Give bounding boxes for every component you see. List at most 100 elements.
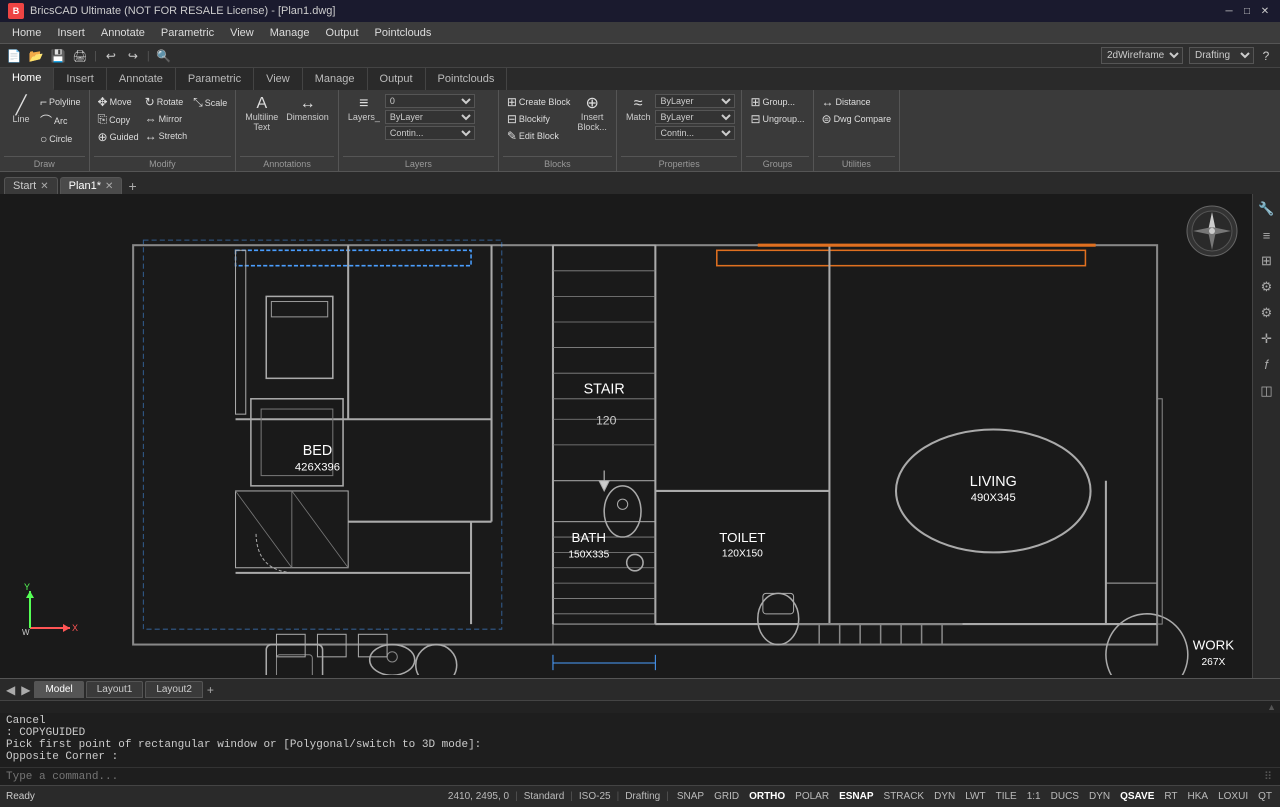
open-button[interactable]: 📂 — [26, 46, 46, 66]
ortho-toggle[interactable]: ORTHO — [747, 791, 787, 802]
maximize-button[interactable]: □ — [1240, 4, 1254, 18]
help-button[interactable]: ? — [1256, 46, 1276, 66]
view-mode-select[interactable]: 2dWireframe 3dWireframe Realistic — [1101, 47, 1183, 64]
tab-view[interactable]: View — [254, 68, 303, 90]
arc-button[interactable]: ⌒ Arc — [38, 111, 83, 130]
visual-style-select[interactable]: Drafting Modeling — [1189, 47, 1254, 64]
close-start-tab[interactable]: ✕ — [40, 181, 48, 192]
line-button[interactable]: ╱ Line — [6, 94, 36, 126]
qsave-toggle[interactable]: QSAVE — [1118, 791, 1156, 802]
distance-button[interactable]: ↔ Distance — [820, 94, 894, 110]
drawing-canvas-area[interactable]: BED 426X396 BATH 150X335 STAIR 120 TOILE… — [0, 194, 1280, 678]
undo-button[interactable]: ↩ — [101, 46, 121, 66]
lwt-toggle[interactable]: LWT — [963, 791, 987, 802]
blocks-panel-button[interactable]: ⊞ — [1256, 250, 1278, 272]
tab-insert[interactable]: Insert — [54, 68, 107, 90]
qt-toggle[interactable]: QT — [1256, 791, 1274, 802]
menu-home[interactable]: Home — [4, 25, 49, 41]
layout-prev-button[interactable]: ◀ — [4, 683, 17, 697]
ducs-toggle[interactable]: DUCS — [1049, 791, 1081, 802]
menu-insert[interactable]: Insert — [49, 25, 93, 41]
menu-parametric[interactable]: Parametric — [153, 25, 222, 41]
dyn2-toggle[interactable]: DYN — [1087, 791, 1112, 802]
loxui-toggle[interactable]: LOXUI — [1216, 791, 1250, 802]
tab-plan1[interactable]: Plan1* ✕ — [60, 177, 123, 194]
layout-tab-layout1[interactable]: Layout1 — [86, 681, 144, 698]
menu-manage[interactable]: Manage — [262, 25, 318, 41]
command-expand-button[interactable]: ▲ — [1263, 701, 1280, 713]
menu-pointclouds[interactable]: Pointclouds — [367, 25, 440, 41]
linetype-select2[interactable]: ByLayer — [655, 110, 735, 124]
color-select[interactable]: ByLayer — [655, 94, 735, 108]
snap-toggle[interactable]: SNAP — [675, 791, 706, 802]
lineweight-select[interactable]: Contin... — [655, 126, 735, 140]
grid-toggle[interactable]: GRID — [712, 791, 741, 802]
tile-toggle[interactable]: TILE — [994, 791, 1019, 802]
ungroup-button[interactable]: ⊟ Ungroup... — [748, 111, 806, 127]
dwg-compare-button[interactable]: ⊜ Dwg Compare — [820, 111, 894, 127]
print-button[interactable]: 🖨 — [70, 46, 90, 66]
dyn-toggle[interactable]: DYN — [932, 791, 957, 802]
minimize-button[interactable]: ─ — [1222, 4, 1236, 18]
scale-button[interactable]: ⤡ Scale — [191, 94, 229, 111]
esnap-toggle[interactable]: ESNAP — [837, 791, 875, 802]
tab-parametric[interactable]: Parametric — [176, 68, 254, 90]
close-plan1-tab[interactable]: ✕ — [105, 181, 113, 192]
tab-manage[interactable]: Manage — [303, 68, 368, 90]
redo-button[interactable]: ↪ — [123, 46, 143, 66]
parameters-panel-button[interactable]: 𝑓 — [1256, 354, 1278, 376]
linetype-select[interactable]: Contin... — [385, 126, 475, 140]
mechanical-panel-button[interactable]: ⚙ — [1256, 276, 1278, 298]
blockify-button[interactable]: ⊟ Blockify — [505, 111, 573, 127]
properties-panel-button[interactable]: 🔧 — [1256, 198, 1278, 220]
group-button[interactable]: ⊞ Group... — [748, 94, 806, 110]
zoom-in-button[interactable]: 🔍 — [154, 46, 174, 66]
tab-annotate[interactable]: Annotate — [107, 68, 176, 90]
tab-home[interactable]: Home — [0, 68, 54, 90]
layers-panel-button[interactable]: ≡ — [1256, 224, 1278, 246]
match-properties-button[interactable]: ≈ Match — [623, 94, 654, 124]
mirror-button[interactable]: ⇔ Mirror — [143, 111, 190, 127]
stretch-button[interactable]: ↔ Stretch — [143, 128, 190, 144]
menu-output[interactable]: Output — [318, 25, 367, 41]
copy-button[interactable]: ⎘ Copy — [96, 111, 141, 128]
settings-panel-button[interactable]: ⚙ — [1256, 302, 1278, 324]
new-button[interactable]: 📄 — [4, 46, 24, 66]
layout-tab-layout2[interactable]: Layout2 — [145, 681, 203, 698]
bylayer-color-select[interactable]: ByLayer — [385, 110, 475, 124]
add-tab-button[interactable]: + — [124, 178, 140, 194]
layers-button[interactable]: ≡ Layers_ — [345, 94, 383, 124]
edit-block-button[interactable]: ✎ Edit Block — [505, 128, 573, 144]
create-block-button[interactable]: ⊞ Create Block — [505, 94, 573, 110]
svg-text:TOILET: TOILET — [719, 530, 765, 545]
circle-button[interactable]: ○ Circle — [38, 131, 83, 147]
dimension-button[interactable]: ↔ Dimension — [283, 94, 332, 124]
move-button[interactable]: ✥ Move — [96, 94, 141, 110]
menu-annotate[interactable]: Annotate — [93, 25, 153, 41]
rotate-button[interactable]: ↻ Rotate — [143, 94, 190, 110]
strack-toggle[interactable]: STRACK — [882, 791, 927, 802]
close-button[interactable]: ✕ — [1258, 4, 1272, 18]
rt-toggle[interactable]: RT — [1162, 791, 1179, 802]
layout-tab-model[interactable]: Model — [34, 681, 83, 698]
polyline-button[interactable]: ⌐ Polyline — [38, 94, 83, 110]
menu-view[interactable]: View — [222, 25, 262, 41]
command-input[interactable] — [6, 771, 1262, 783]
hka-toggle[interactable]: HKA — [1186, 791, 1211, 802]
snap-panel-button[interactable]: ✛ — [1256, 328, 1278, 350]
guided-button[interactable]: ⊕ Guided — [96, 129, 141, 145]
layout-next-button[interactable]: ▶ — [19, 683, 32, 697]
insert-block-button[interactable]: ⊕ InsertBlock... — [574, 94, 610, 134]
polar-toggle[interactable]: POLAR — [793, 791, 831, 802]
scale-status[interactable]: 1:1 — [1025, 791, 1043, 802]
render-panel-button[interactable]: ◫ — [1256, 380, 1278, 402]
save-button[interactable]: 💾 — [48, 46, 68, 66]
tab-output[interactable]: Output — [368, 68, 426, 90]
command-resize-handle[interactable]: ⠿ — [1262, 770, 1274, 783]
layout-add-button[interactable]: + — [205, 683, 216, 697]
multiline-text-button[interactable]: A MultilineText — [242, 94, 281, 134]
svg-text:BATH: BATH — [572, 530, 606, 545]
tab-start[interactable]: Start ✕ — [4, 177, 58, 194]
layer-select[interactable]: 0 — [385, 94, 475, 108]
tab-pointclouds[interactable]: Pointclouds — [426, 68, 508, 90]
